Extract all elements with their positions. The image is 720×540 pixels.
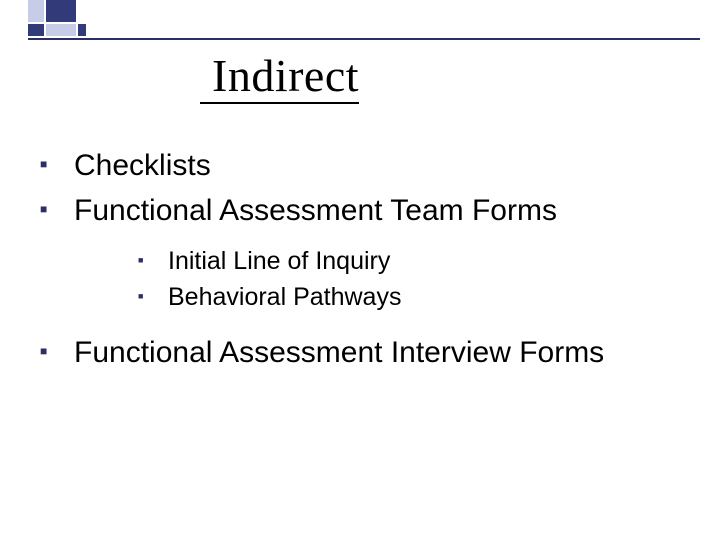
bullet-list-level2: Initial Line of Inquiry Behavioral Pathw… [74, 245, 690, 315]
slide-content: Checklists Functional Assessment Team Fo… [34, 146, 690, 377]
list-item-text: Checklists [74, 149, 211, 182]
header-decor-block [78, 24, 86, 36]
list-item-text: Behavioral Pathways [168, 283, 401, 311]
slide: Indirect Checklists Functional Assessmen… [0, 0, 720, 540]
slide-title: Indirect [200, 52, 359, 104]
list-item: Behavioral Pathways [134, 281, 690, 315]
list-item-text: Functional Assessment Interview Forms [74, 336, 604, 369]
header-divider [28, 38, 700, 40]
header-decor-block [46, 24, 76, 36]
header-decor-block [46, 0, 76, 22]
list-item: Checklists [34, 146, 690, 187]
list-item-text: Initial Line of Inquiry [168, 247, 390, 275]
header-decor-block [28, 0, 44, 22]
list-item: Functional Assessment Team Forms Initial… [34, 191, 690, 315]
list-item: Initial Line of Inquiry [134, 245, 690, 279]
header-decor-block [28, 24, 44, 36]
list-item: Functional Assessment Interview Forms [34, 333, 690, 374]
bullet-list-level1: Checklists Functional Assessment Team Fo… [34, 146, 690, 373]
list-item-text: Functional Assessment Team Forms [74, 194, 557, 227]
